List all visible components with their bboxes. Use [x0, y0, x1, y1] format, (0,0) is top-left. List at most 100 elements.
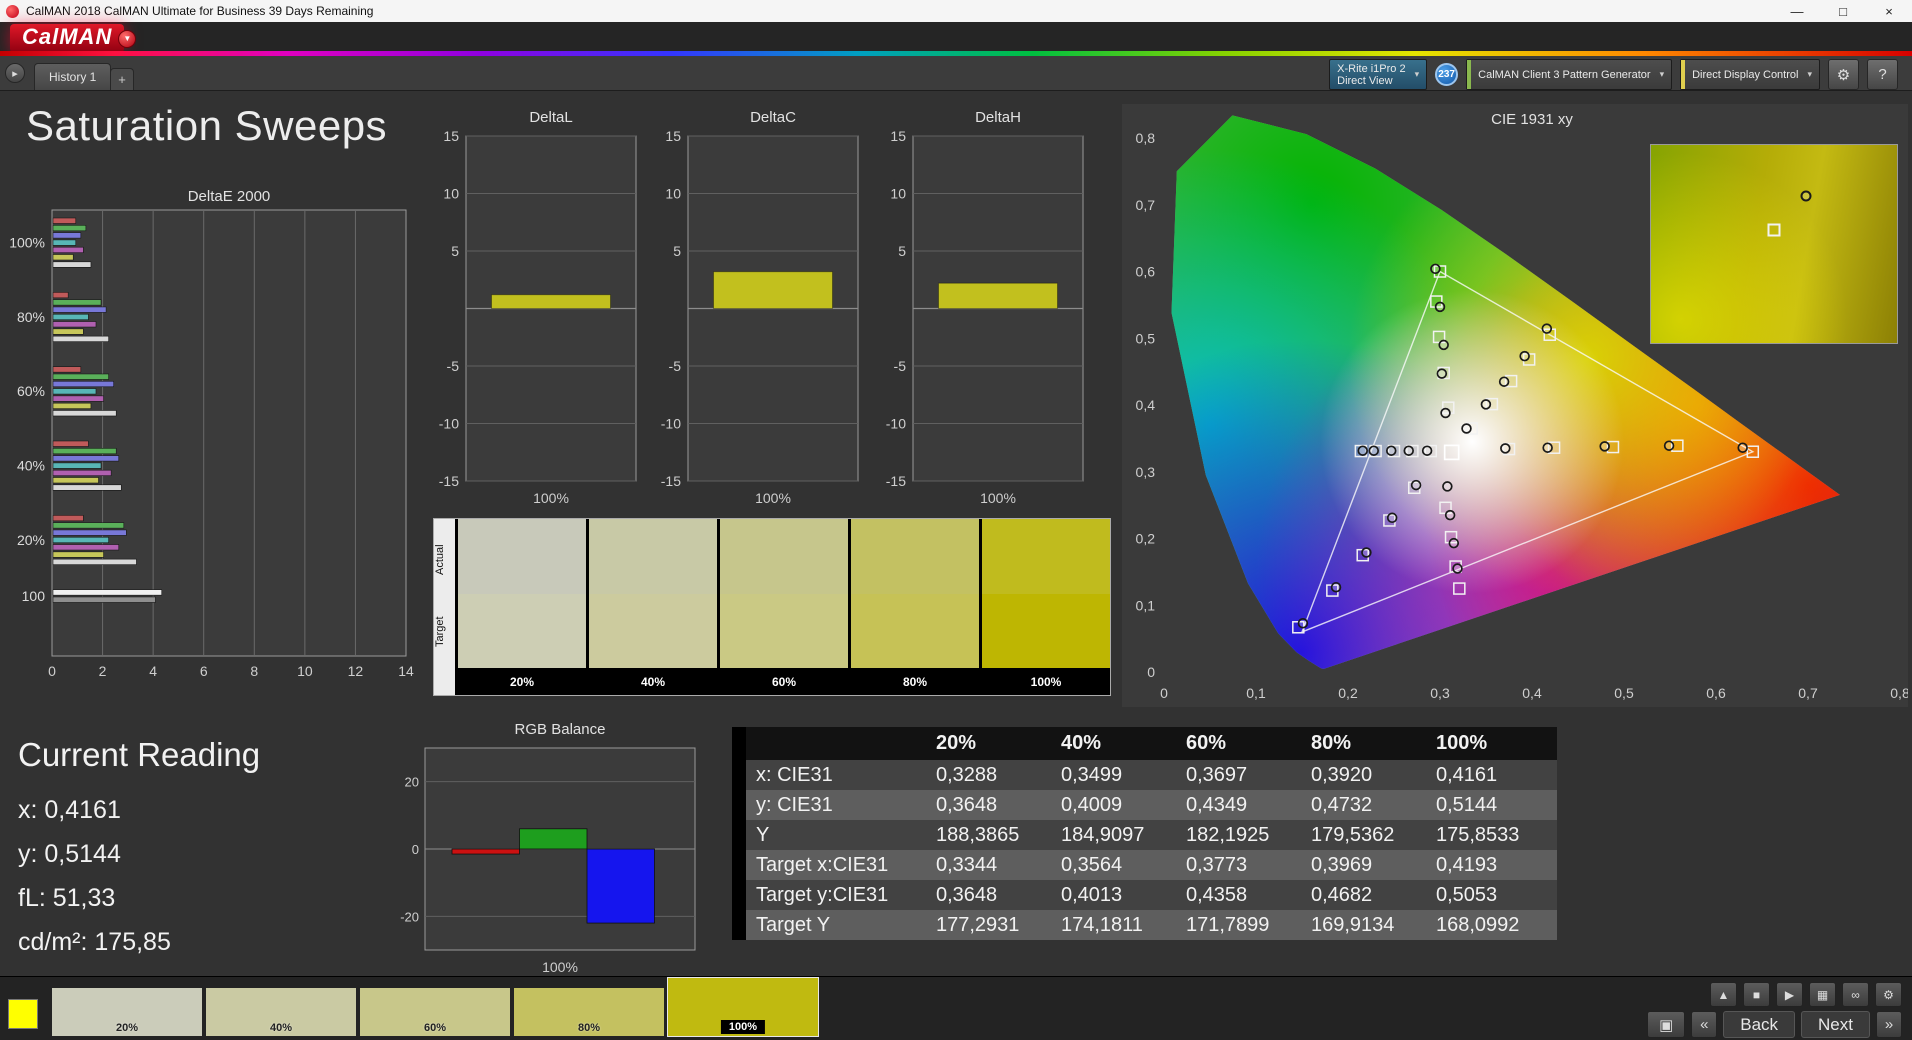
delta-l-chart: DeltaL15105-5-10-15100%: [426, 106, 642, 516]
table-cell: 0,4009: [1057, 794, 1182, 817]
swatch-percent-label: 60%: [720, 668, 848, 695]
calman-window: CalMAN 2018 CalMAN Ultimate for Business…: [0, 0, 1912, 1040]
next-chevron-icon[interactable]: »: [1876, 1011, 1902, 1038]
svg-text:100%: 100%: [9, 235, 45, 251]
display-control-dropdown[interactable]: Direct Display Control ▾: [1680, 59, 1820, 90]
svg-text:0: 0: [1160, 685, 1168, 701]
transport-icons: ▲■▶▦∞⚙: [1710, 982, 1902, 1007]
svg-text:4: 4: [149, 663, 157, 679]
svg-text:0,5: 0,5: [1614, 685, 1634, 701]
table-row: x: CIE310,32880,34990,36970,39200,4161: [732, 760, 1557, 790]
table-cell: 175,8533: [1432, 824, 1557, 847]
svg-text:RGB Balance: RGB Balance: [515, 721, 606, 738]
svg-text:14: 14: [398, 663, 414, 679]
table-cell: 0,3648: [932, 794, 1057, 817]
svg-text:15: 15: [443, 128, 459, 144]
play-icon[interactable]: ▶: [1776, 982, 1803, 1007]
next-button[interactable]: Next: [1801, 1011, 1870, 1038]
svg-text:0,5: 0,5: [1136, 330, 1156, 346]
pattern-swatch[interactable]: 20%: [52, 988, 202, 1036]
svg-text:0,4: 0,4: [1522, 685, 1542, 701]
svg-text:0,4: 0,4: [1136, 397, 1156, 413]
measured-point: [1358, 446, 1367, 455]
settings-gear-icon[interactable]: ⚙: [1828, 59, 1859, 90]
svg-text:6: 6: [200, 663, 208, 679]
minimize-button[interactable]: —: [1774, 0, 1820, 22]
measured-point: [1482, 400, 1491, 409]
pattern-source-dropdown[interactable]: CalMAN Client 3 Pattern Generator ▾: [1466, 59, 1672, 90]
pattern-swatch[interactable]: 60%: [360, 988, 510, 1036]
measured-point: [1437, 369, 1446, 378]
table-cell: 0,3969: [1307, 854, 1432, 877]
svg-text:-15: -15: [886, 473, 906, 489]
measured-point: [1436, 302, 1445, 311]
pattern-swatch[interactable]: 40%: [206, 988, 356, 1036]
table-row: y: CIE310,36480,40090,43490,47320,5144: [732, 790, 1557, 820]
target-swatch: [851, 594, 979, 668]
stop-icon[interactable]: ■: [1743, 982, 1770, 1007]
measured-point: [1462, 424, 1471, 433]
row-label: y: CIE31: [746, 794, 932, 817]
svg-text:-15: -15: [661, 473, 681, 489]
measured-point: [1369, 446, 1378, 455]
display-name: Direct Display Control: [1692, 69, 1798, 81]
measured-point: [1388, 513, 1397, 522]
pattern-window-icon[interactable]: ▦: [1809, 982, 1836, 1007]
table-cell: 0,4358: [1182, 884, 1307, 907]
table-cell: 182,1925: [1182, 824, 1307, 847]
pattern-swatch[interactable]: 80%: [514, 988, 664, 1036]
pattern-window-button[interactable]: ▣: [1647, 1011, 1685, 1038]
continuous-read-icon[interactable]: ∞: [1842, 982, 1869, 1007]
panel-up-icon[interactable]: ▲: [1710, 982, 1737, 1007]
row-label: Target x:CIE31: [746, 854, 932, 877]
logo-menu-caret-icon[interactable]: ▼: [118, 30, 136, 48]
meter-count-badge[interactable]: 237: [1435, 63, 1458, 86]
actual-swatch: [982, 519, 1110, 594]
measured-point: [1299, 619, 1308, 628]
svg-text:0,6: 0,6: [1136, 264, 1156, 280]
settings-icon[interactable]: ⚙: [1875, 982, 1902, 1007]
add-tab-button[interactable]: +: [110, 68, 134, 90]
meter-dropdown[interactable]: X-Rite i1Pro 2 Direct View ▾: [1329, 59, 1427, 90]
table-cell: 0,4193: [1432, 854, 1557, 877]
page-title: Saturation Sweeps: [26, 102, 387, 150]
table-cell: 0,3499: [1057, 764, 1182, 787]
bottom-bar: 20%40%60% 80% 100% ▲■▶▦∞⚙ ▣ « Back Next »: [0, 976, 1912, 1040]
back-chevron-icon[interactable]: «: [1691, 1011, 1717, 1038]
measured-point: [1412, 481, 1421, 490]
collapse-arrow-icon[interactable]: ▸: [5, 63, 25, 83]
measured-point: [1738, 443, 1747, 452]
chevron-down-icon: ▾: [1660, 69, 1665, 80]
target-label: Target: [434, 599, 455, 665]
svg-text:-5: -5: [894, 358, 907, 374]
row-label: x: CIE31: [746, 764, 932, 787]
measured-point: [1441, 409, 1450, 418]
measured-point: [1439, 341, 1448, 350]
svg-text:-10: -10: [439, 416, 459, 432]
svg-text:DeltaH: DeltaH: [975, 109, 1021, 126]
current-reading: Current Reading x: 0,4161 y: 0,5144 fL: …: [18, 736, 260, 964]
svg-text:100: 100: [22, 588, 46, 604]
pattern-swatch-label: 80%: [578, 1022, 600, 1034]
svg-text:5: 5: [898, 243, 906, 259]
app-icon: [6, 5, 19, 18]
measured-point: [1500, 377, 1509, 386]
measured-point: [1665, 441, 1674, 450]
chevron-down-icon: ▾: [1415, 69, 1420, 80]
measured-point: [1501, 444, 1510, 453]
measured-point: [1543, 443, 1552, 452]
swatch-column: 80%: [851, 519, 979, 695]
svg-text:20%: 20%: [17, 532, 45, 548]
close-button[interactable]: ×: [1866, 0, 1912, 22]
measured-point: [1362, 548, 1371, 557]
source-accent: [1467, 60, 1471, 89]
pattern-swatch[interactable]: 100%: [668, 978, 818, 1036]
calman-logo[interactable]: CalMAN ▼: [10, 24, 136, 53]
help-icon[interactable]: ?: [1867, 59, 1898, 90]
back-button[interactable]: Back: [1723, 1011, 1795, 1038]
maximize-button[interactable]: □: [1820, 0, 1866, 22]
titlebar: CalMAN 2018 CalMAN Ultimate for Business…: [0, 0, 1912, 22]
tab-history-1[interactable]: History 1: [34, 63, 111, 90]
measured-point: [1446, 511, 1455, 520]
table-cell: 0,4732: [1307, 794, 1432, 817]
